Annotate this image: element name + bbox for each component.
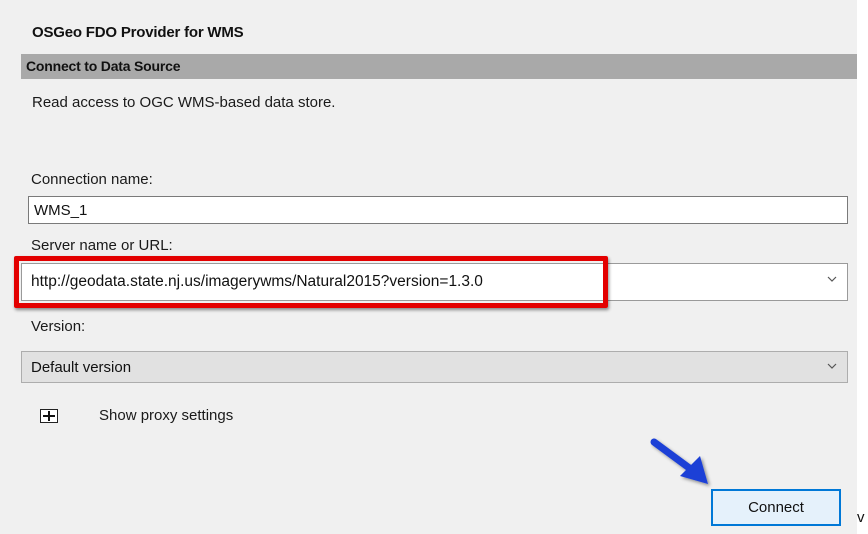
show-proxy-settings-label[interactable]: Show proxy settings [99, 407, 233, 424]
section-description: Read access to OGC WMS-based data store. [32, 94, 336, 111]
provider-title: OSGeo FDO Provider for WMS [32, 24, 244, 41]
arrow-annotation-icon [650, 438, 708, 484]
server-url-combobox[interactable]: http://geodata.state.nj.us/imagerywms/Na… [21, 263, 848, 301]
connection-name-input[interactable]: WMS_1 [28, 196, 848, 224]
server-url-label: Server name or URL: [31, 237, 173, 254]
connect-panel: OSGeo FDO Provider for WMS Connect to Da… [0, 0, 857, 534]
connection-name-label: Connection name: [31, 171, 153, 188]
edge-text: v [857, 509, 865, 526]
connect-button[interactable]: Connect [711, 489, 841, 526]
chevron-down-icon[interactable] [827, 274, 837, 284]
section-title: Connect to Data Source [26, 58, 181, 74]
version-dropdown[interactable]: Default version [21, 351, 848, 383]
server-url-value: http://geodata.state.nj.us/imagerywms/Na… [31, 273, 483, 290]
version-label: Version: [31, 318, 86, 335]
version-value: Default version [31, 359, 132, 376]
connection-name-value: WMS_1 [34, 202, 88, 219]
chevron-down-icon[interactable] [827, 361, 837, 371]
section-header: Connect to Data Source [21, 54, 857, 79]
plus-box-icon[interactable] [40, 409, 58, 423]
